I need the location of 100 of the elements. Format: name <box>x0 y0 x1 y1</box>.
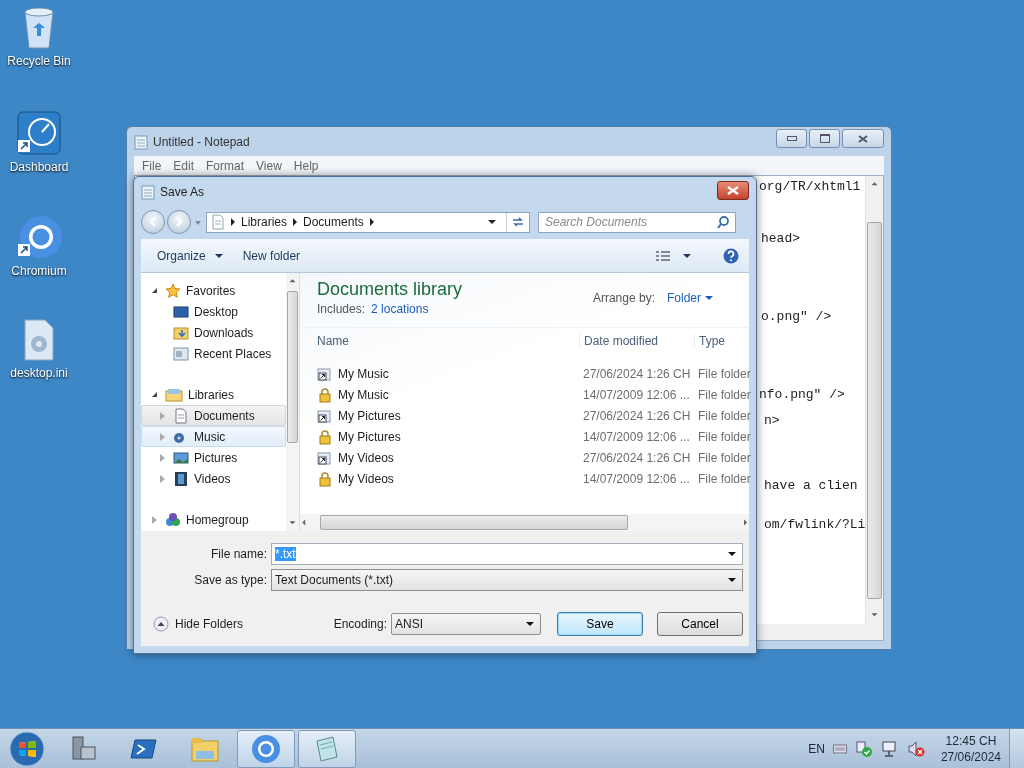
locations-link[interactable]: 2 locations <box>371 302 429 316</box>
scrollbar-thumb[interactable] <box>287 291 298 443</box>
chromium-icon <box>251 733 281 764</box>
minimize-button[interactable] <box>776 129 807 148</box>
text-line: head> <box>761 232 800 245</box>
menu-item[interactable]: Edit <box>167 158 201 173</box>
search-icon <box>716 214 730 229</box>
menu-item[interactable]: Help <box>287 158 325 173</box>
scrollbar-thumb[interactable] <box>320 515 628 530</box>
recent-places-icon <box>173 345 189 362</box>
date-cell-text: 14/07/2009 12:06 ... <box>582 387 691 402</box>
file-row[interactable]: My Music 14/07/2009 12:06 ... File folder <box>300 384 749 405</box>
collapsed-arrow-icon[interactable] <box>152 515 157 524</box>
breadcrumb-item[interactable]: Documents <box>303 215 364 229</box>
tree-item[interactable]: Downloads <box>141 322 286 343</box>
new-folder-button[interactable]: New folder <box>242 248 301 263</box>
shortcut-folder-icon <box>317 407 333 424</box>
clock-date[interactable]: 27/06/2024 <box>940 748 1001 765</box>
hide-folders-button[interactable]: Hide Folders <box>147 616 244 632</box>
column-header[interactable]: Date modified <box>579 334 694 348</box>
text-line: have a clien <box>764 479 858 492</box>
tree-item[interactable]: Videos <box>141 468 286 489</box>
type-cell-text: File folder <box>697 366 752 381</box>
file-row[interactable]: My Pictures 14/07/2009 12:06 ... File folder <box>300 426 749 447</box>
tree-item[interactable]: Documents <box>141 405 286 426</box>
chevron-icon[interactable] <box>369 218 374 226</box>
help-icon <box>723 247 739 264</box>
taskbar-button[interactable] <box>298 729 356 768</box>
file-name: My Pictures <box>338 429 401 444</box>
tree-item[interactable]: Libraries <box>141 384 286 405</box>
expanded-arrow-icon[interactable] <box>152 288 157 293</box>
clock-time[interactable]: 12:45 CH <box>945 732 997 749</box>
column-header[interactable]: Type <box>694 334 757 348</box>
save-as-type-dropdown[interactable]: Text Documents (*.txt) <box>271 569 743 591</box>
maximize-button[interactable] <box>809 129 840 148</box>
collapsed-arrow-icon[interactable] <box>160 474 165 483</box>
window-title: Untitled - Notepad <box>153 134 250 149</box>
keyboard-icon[interactable] <box>832 743 847 754</box>
close-button[interactable] <box>842 129 884 148</box>
menu-item[interactable]: View <box>250 158 288 173</box>
taskbar-button[interactable] <box>237 729 295 768</box>
type-cell-text: File folder <box>697 450 752 465</box>
help-button[interactable] <box>723 247 739 264</box>
network-check-icon[interactable] <box>854 739 873 758</box>
expanded-arrow-icon[interactable] <box>152 392 157 397</box>
type-cell-text: File folder <box>697 387 752 402</box>
organize-button[interactable]: Organize <box>157 248 223 263</box>
collapsed-arrow-icon[interactable] <box>160 411 165 420</box>
tree-item[interactable]: Homegroup <box>141 509 286 530</box>
vertical-scrollbar[interactable] <box>286 273 299 531</box>
monitor-network-icon[interactable] <box>880 739 899 758</box>
desktop-icon-label[interactable]: Dashboard <box>9 160 69 174</box>
tree-item[interactable]: Pictures <box>141 447 286 468</box>
collapsed-arrow-icon[interactable] <box>160 432 165 441</box>
notepad-icon <box>134 133 148 150</box>
speaker-muted-icon[interactable] <box>906 739 925 758</box>
cancel-button[interactable]: Cancel <box>657 612 743 636</box>
tree-item[interactable]: Recent Places <box>141 343 286 364</box>
tree-item[interactable]: Desktop <box>141 301 286 322</box>
type-cell-text: File folder <box>697 471 752 486</box>
menu-item[interactable]: File <box>136 158 168 173</box>
view-options-button[interactable] <box>655 249 691 262</box>
padlock-icon <box>317 386 333 403</box>
collapsed-arrow-icon[interactable] <box>160 453 165 462</box>
monitor-icon <box>173 303 189 320</box>
date-cell-text: 27/06/2024 1:26 CH <box>582 366 692 381</box>
file-row[interactable]: My Videos 27/06/2024 1:26 CH File folder <box>300 447 749 468</box>
back-button[interactable] <box>141 210 165 234</box>
encoding-dropdown[interactable]: ANSI <box>391 613 541 635</box>
dropdown-caret-icon[interactable] <box>488 220 496 224</box>
notepad-icon <box>313 734 341 763</box>
field-label: Save as type: <box>193 573 267 587</box>
tree-item[interactable]: Music <box>141 426 286 447</box>
scrollbar-thumb[interactable] <box>867 222 882 599</box>
collapse-up-icon <box>153 616 169 632</box>
save-button[interactable]: Save <box>557 612 643 636</box>
chevron-icon[interactable] <box>231 218 235 226</box>
language-indicator[interactable]: EN <box>808 741 825 756</box>
search-field[interactable]: Search Documents <box>538 211 736 233</box>
forward-button[interactable] <box>167 210 191 234</box>
arrange-by-dropdown[interactable]: Folder <box>667 291 713 305</box>
dialog-title: Save As <box>160 185 205 199</box>
file-row[interactable]: My Videos 14/07/2009 12:06 ... File folder <box>300 468 749 489</box>
menu-item[interactable]: Format <box>200 158 251 173</box>
desktop-icon-label[interactable]: desktop.ini <box>10 366 68 380</box>
horizontal-scrollbar[interactable] <box>300 514 749 531</box>
library-icon <box>165 386 183 403</box>
show-desktop-button[interactable] <box>1009 729 1024 768</box>
file-name: My Music <box>338 366 389 381</box>
address-bar[interactable]: Libraries Documents <box>206 211 530 233</box>
desktop-icon-label[interactable]: Recycle Bin <box>7 54 71 68</box>
tree-item[interactable]: Favorites <box>141 280 286 301</box>
column-header[interactable]: Name <box>317 334 579 348</box>
desktop-icon-label[interactable]: Chromium <box>11 264 67 278</box>
file-row[interactable]: My Pictures 27/06/2024 1:26 CH File folder <box>300 405 749 426</box>
file-row[interactable]: My Music 27/06/2024 1:26 CH File folder <box>300 363 749 384</box>
chevron-icon[interactable] <box>293 218 298 226</box>
vertical-scrollbar[interactable] <box>865 176 883 640</box>
close-button[interactable] <box>717 180 749 200</box>
breadcrumb-item[interactable]: Libraries <box>241 215 288 229</box>
